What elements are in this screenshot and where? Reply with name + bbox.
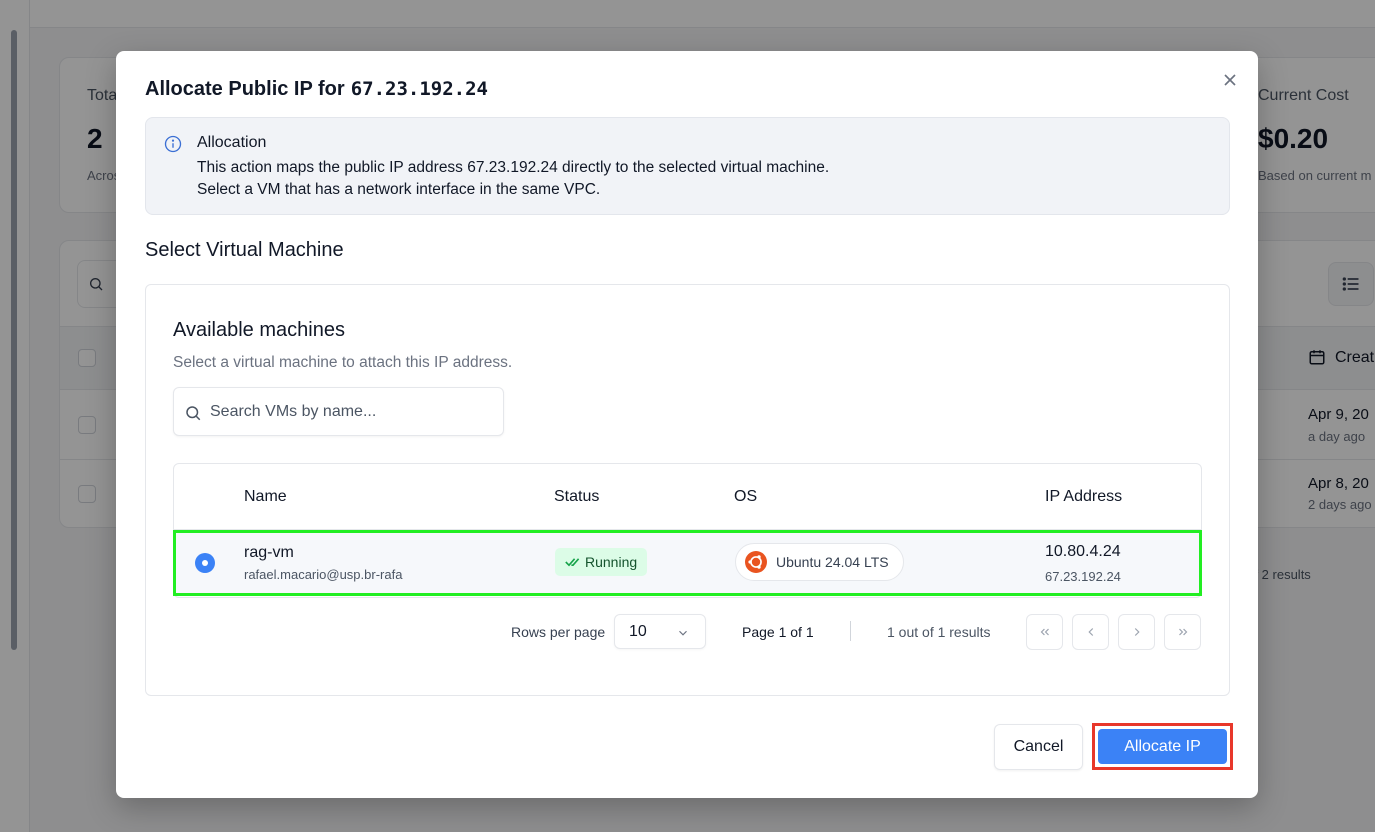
os-badge: Ubuntu 24.04 LTS — [735, 543, 904, 581]
alert-description: This action maps the public IP address 6… — [197, 159, 830, 176]
vm-select-radio[interactable] — [196, 554, 214, 572]
vm-search — [173, 387, 504, 436]
section-title: Select Virtual Machine — [145, 239, 344, 261]
ubuntu-icon — [745, 551, 767, 573]
column-header-status[interactable]: Status — [554, 488, 599, 506]
alert-title: Allocation — [197, 134, 267, 151]
vm-public-ip: 67.23.192.24 — [1045, 569, 1121, 584]
dialog-title: Allocate Public IP for 67.23.192.24 — [145, 78, 488, 101]
allocate-button-highlight: Allocate IP — [1092, 723, 1233, 770]
chevron-down-icon — [679, 630, 687, 636]
chevrons-left-icon — [1040, 628, 1049, 636]
close-icon[interactable] — [1220, 70, 1240, 90]
vm-search-input[interactable] — [210, 389, 500, 434]
header-divider — [174, 529, 1201, 530]
machines-panel: Available machines Select a virtual mach… — [145, 284, 1230, 696]
pagination-divider — [850, 621, 851, 641]
column-header-ip[interactable]: IP Address — [1045, 488, 1122, 506]
vm-table: Name Status OS IP Address rag-vm rafael.… — [173, 463, 1202, 598]
dialog-title-text: Allocate Public IP for — [145, 78, 345, 100]
page-indicator: Page 1 of 1 — [742, 624, 814, 640]
panel-subtitle: Select a virtual machine to attach this … — [173, 354, 513, 371]
rows-per-page-select[interactable]: 10 — [614, 614, 706, 649]
rows-per-page-label: Rows per page — [511, 624, 606, 640]
status-text: Running — [585, 554, 638, 570]
dialog-title-ip: 67.23.192.24 — [350, 78, 488, 100]
results-count: 1 out of 1 results — [887, 624, 991, 640]
vm-name: rag-vm — [244, 544, 294, 561]
table-row[interactable]: rag-vm rafael.macario@usp.br-rafa Runnin… — [173, 530, 1202, 596]
allocate-ip-dialog: Allocate Public IP for 67.23.192.24 Alloc… — [116, 51, 1258, 798]
info-icon — [164, 135, 182, 153]
os-text: Ubuntu 24.04 LTS — [776, 554, 889, 570]
cancel-button[interactable]: Cancel — [994, 724, 1083, 770]
panel-title: Available machines — [173, 319, 345, 341]
first-page-button[interactable] — [1026, 614, 1063, 650]
vm-private-ip: 10.80.4.24 — [1045, 543, 1121, 560]
double-check-icon — [565, 558, 580, 567]
previous-page-button[interactable] — [1072, 614, 1109, 650]
allocation-alert: Allocation This action maps the public I… — [145, 117, 1230, 215]
status-badge: Running — [555, 548, 648, 576]
vm-owner: rafael.macario@usp.br-rafa — [244, 567, 403, 582]
chevrons-right-icon — [1178, 628, 1187, 636]
search-icon — [186, 406, 201, 421]
last-page-button[interactable] — [1164, 614, 1201, 650]
rows-per-page-value: 10 — [629, 623, 647, 640]
column-header-os[interactable]: OS — [734, 488, 757, 506]
chevron-left-icon — [1087, 628, 1093, 636]
next-page-button[interactable] — [1118, 614, 1155, 650]
allocate-ip-button[interactable]: Allocate IP — [1098, 729, 1227, 764]
chevron-right-icon — [1134, 628, 1140, 636]
column-header-name[interactable]: Name — [244, 488, 287, 506]
alert-hint: Select a VM that has a network interface… — [197, 181, 601, 198]
